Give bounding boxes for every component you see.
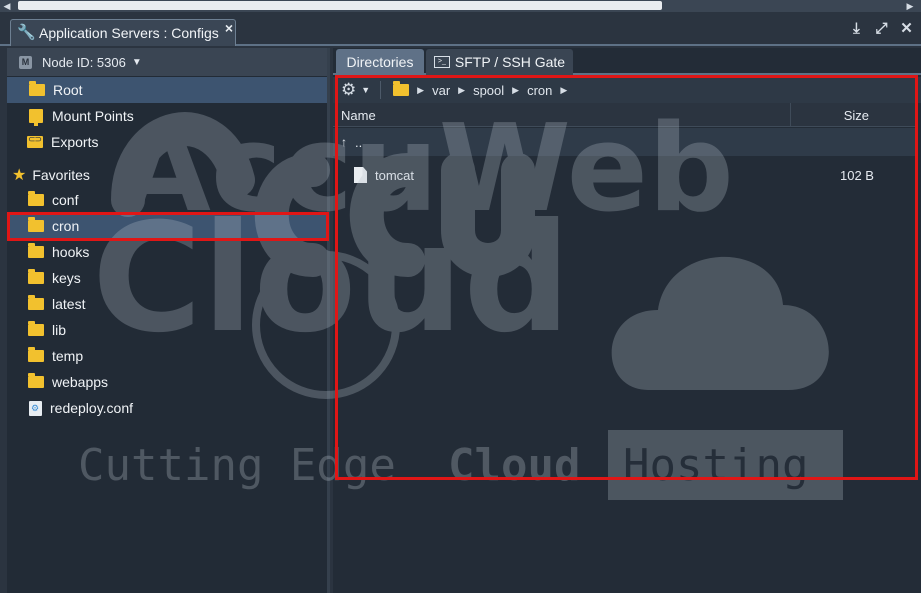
- parent-directory-label: ..: [355, 134, 363, 150]
- chevron-down-icon[interactable]: ▼: [361, 85, 370, 95]
- file-list-header: Name Size: [333, 103, 915, 127]
- directory-panel: Directories >_ SFTP / SSH Gate ⚙ ▼ ▶ var…: [333, 48, 921, 593]
- gear-icon[interactable]: ⚙: [341, 80, 356, 100]
- tab-sftp-ssh-gate[interactable]: >_ SFTP / SSH Gate: [426, 49, 573, 75]
- folder-icon: [28, 347, 44, 362]
- tree-item-label: keys: [52, 270, 81, 286]
- folder-icon: [28, 269, 44, 284]
- terminal-icon: >_: [433, 56, 450, 68]
- breadcrumb-cron[interactable]: cron: [527, 83, 552, 98]
- tree-item-label: conf: [52, 192, 79, 208]
- close-window-icon[interactable]: ✕: [898, 20, 915, 38]
- star-icon: ★: [12, 167, 27, 184]
- folder-icon: [28, 295, 44, 310]
- mount-icon: [29, 109, 43, 126]
- file-tree-panel: M Node ID: 5306 ▼ Root Mount Points Expo…: [7, 48, 330, 593]
- download-icon[interactable]: ⤓: [848, 20, 865, 38]
- tree-item-label: redeploy.conf: [50, 400, 134, 416]
- table-row[interactable]: tomcat 102 B: [333, 161, 915, 189]
- favorite-item-cron[interactable]: cron: [7, 213, 327, 239]
- chevron-right-icon: ▶: [417, 84, 425, 95]
- favorite-item-redeploy-conf[interactable]: redeploy.conf: [7, 395, 327, 421]
- tree-item-label: hooks: [52, 244, 90, 260]
- folder-icon[interactable]: [393, 81, 410, 96]
- tree-item-label: lib: [52, 322, 67, 338]
- path-toolbar: ⚙ ▼ ▶ var ▶ spool ▶ cron ▶: [333, 77, 921, 103]
- tree-item-label: cron: [52, 218, 80, 234]
- tree-item-root[interactable]: Root: [7, 77, 327, 103]
- node-selector[interactable]: M Node ID: 5306 ▼: [7, 48, 327, 76]
- tree-item-label: Mount Points: [52, 108, 134, 124]
- window-tab[interactable]: 🔧 Application Servers : Configs ×: [10, 19, 236, 46]
- tab-label: Directories: [346, 54, 414, 70]
- arrow-up-icon: ↑: [341, 135, 347, 149]
- folder-icon: [28, 321, 44, 336]
- tree-item-label: Exports: [51, 134, 99, 150]
- tree-item-label: webapps: [52, 374, 109, 390]
- scrollbar-thumb[interactable]: [18, 1, 662, 10]
- favorite-item-hooks[interactable]: hooks: [7, 239, 327, 265]
- tree-item-label: latest: [52, 296, 86, 312]
- file-icon: [354, 167, 367, 183]
- file-size: 102 B: [840, 168, 874, 183]
- chevron-right-icon: ▶: [512, 84, 520, 95]
- window-title: Application Servers : Configs: [39, 25, 219, 41]
- panel-tabs: Directories >_ SFTP / SSH Gate: [333, 48, 921, 75]
- chevron-right-icon: ▶: [560, 84, 568, 95]
- folder-icon: [28, 191, 44, 206]
- chevron-right-icon: ▶: [458, 84, 466, 95]
- horizontal-scrollbar[interactable]: ◀ ▶: [0, 0, 921, 12]
- tree-item-label: temp: [52, 348, 84, 364]
- column-header-name[interactable]: Name: [341, 108, 376, 123]
- node-icon: M: [19, 55, 32, 69]
- window-controls: ⤓ ⤢ ✕: [848, 20, 915, 38]
- divider: [380, 81, 382, 99]
- tab-directories[interactable]: Directories: [336, 49, 424, 75]
- column-header-size[interactable]: Size: [790, 103, 915, 127]
- scroll-right-icon[interactable]: ▶: [905, 1, 915, 11]
- folder-icon: [29, 81, 45, 96]
- breadcrumb-var[interactable]: var: [432, 83, 450, 98]
- file-name: tomcat: [375, 167, 415, 183]
- parent-directory-row[interactable]: ↑ ..: [333, 128, 915, 156]
- tree-item-label: Root: [53, 82, 83, 98]
- favorites-header[interactable]: ★ Favorites: [7, 162, 327, 188]
- folder-icon: [28, 243, 44, 258]
- favorites-label: Favorites: [32, 167, 90, 183]
- favorite-item-webapps[interactable]: webapps: [7, 369, 327, 395]
- wrench-icon: 🔧: [17, 24, 36, 41]
- scroll-left-icon[interactable]: ◀: [2, 1, 12, 11]
- window-title-bar: 🔧 Application Servers : Configs × ⤓ ⤢ ✕: [0, 12, 921, 46]
- favorite-item-latest[interactable]: latest: [7, 291, 327, 317]
- breadcrumb-spool[interactable]: spool: [473, 83, 504, 98]
- favorite-item-temp[interactable]: temp: [7, 343, 327, 369]
- favorite-item-conf[interactable]: conf: [7, 187, 327, 213]
- chevron-down-icon[interactable]: ▼: [132, 57, 142, 68]
- tab-label: SFTP / SSH Gate: [454, 54, 566, 70]
- favorite-item-keys[interactable]: keys: [7, 265, 327, 291]
- node-label: Node ID: 5306: [42, 54, 126, 70]
- config-file-icon: [29, 400, 42, 416]
- exports-icon: [27, 134, 43, 148]
- favorite-item-lib[interactable]: lib: [7, 317, 327, 343]
- expand-icon[interactable]: ⤢: [873, 20, 890, 38]
- tree-item-exports[interactable]: Exports: [7, 129, 327, 155]
- folder-icon: [28, 373, 44, 388]
- tree-item-mount-points[interactable]: Mount Points: [7, 103, 327, 129]
- close-tab-icon[interactable]: ×: [225, 20, 233, 36]
- folder-icon: [28, 217, 44, 232]
